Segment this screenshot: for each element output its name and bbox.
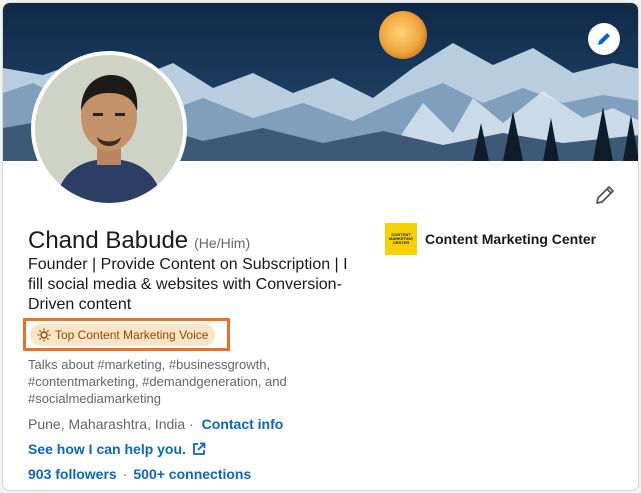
network-stats: 903 followers · 500+ connections (28, 466, 251, 482)
voice-badge-highlight: Top Content Marketing Voice (23, 318, 230, 351)
pencil-icon (598, 33, 610, 45)
talks-about: Talks about #marketing, #businessgrowth,… (28, 357, 287, 406)
profile-name: Chand Babude (28, 227, 189, 254)
person-photo (35, 55, 183, 203)
company-name: Content Marketing Center (425, 231, 597, 247)
profile-card: Chand Babude (He/Him) Founder | Provide … (2, 2, 639, 491)
external-link-icon (193, 442, 206, 455)
followers-link[interactable]: 903 followers (28, 466, 117, 482)
voice-badge[interactable]: Top Content Marketing Voice (30, 323, 216, 346)
pencil-icon (596, 186, 614, 204)
edit-intro-button[interactable] (591, 181, 619, 209)
help-link[interactable]: See how I can help you. (28, 441, 186, 457)
current-company[interactable]: CONTENT MARKETING CENTER Content Marketi… (385, 223, 596, 255)
edit-cover-button[interactable] (588, 23, 620, 55)
name-row: Chand Babude (He/Him) (28, 227, 250, 255)
profile-photo[interactable] (31, 51, 187, 207)
profile-headline: Founder | Provide Content on Subscriptio… (28, 256, 348, 313)
separator-dot: · (122, 466, 128, 482)
help-row[interactable]: See how I can help you. (28, 441, 206, 457)
location-row: Pune, Maharashtra, India · Contact info (28, 416, 283, 432)
separator-dot: · (189, 416, 194, 432)
contact-info-link[interactable]: Contact info (202, 416, 284, 432)
connections-link[interactable]: 500+ connections (133, 466, 251, 482)
pronouns: (He/Him) (194, 235, 251, 251)
location: Pune, Maharashtra, India (28, 416, 186, 432)
voice-badge-label: Top Content Marketing Voice (55, 327, 209, 342)
bulb-icon (37, 328, 51, 341)
company-logo: CONTENT MARKETING CENTER (385, 223, 417, 255)
